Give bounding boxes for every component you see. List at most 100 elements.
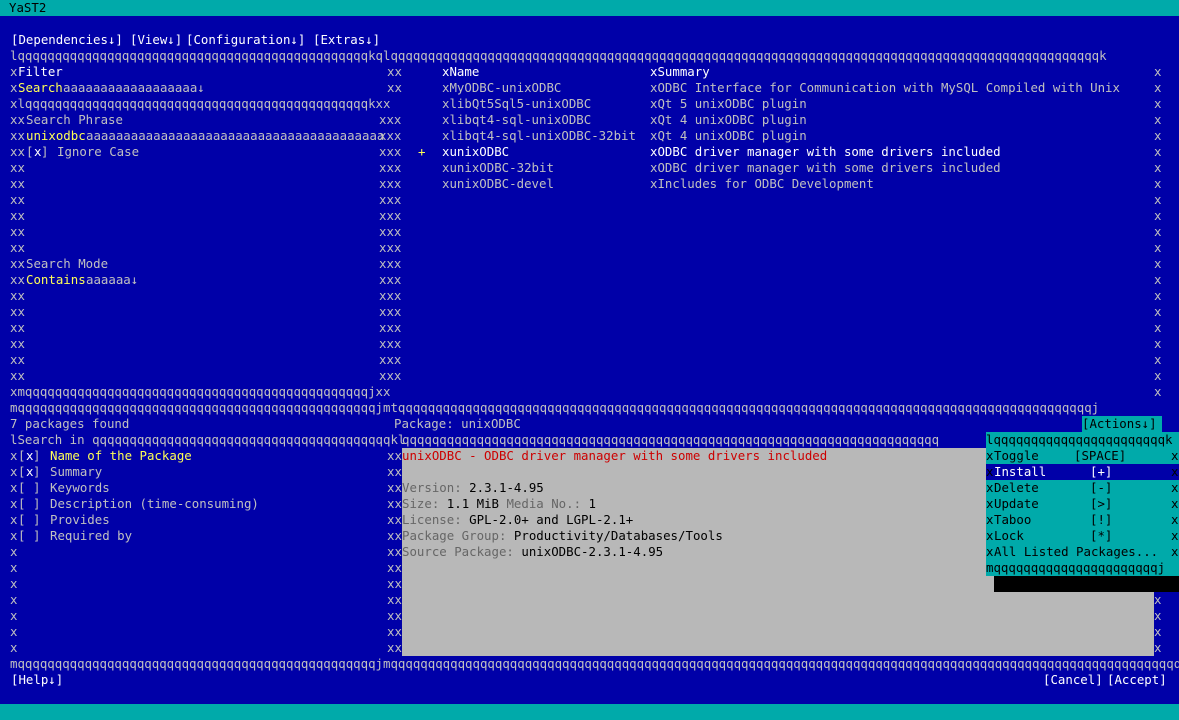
- filter-frame-right: xxx: [379, 240, 402, 255]
- package-list-right-border: x: [1154, 208, 1162, 223]
- filter-frame-left: xx: [10, 176, 25, 191]
- search-in-frame-right: xx: [387, 544, 402, 559]
- filter-frame-left: x: [10, 64, 18, 79]
- filter-frame-right: xxx: [379, 192, 402, 207]
- actions-menu-border-right: x: [1171, 512, 1179, 527]
- description-size: Size: 1.1 MiB Media No.: 1: [402, 496, 597, 511]
- accept-button[interactable]: [Accept]: [1107, 672, 1167, 688]
- actions-menu-item[interactable]: x Taboo [!] x: [986, 512, 1179, 528]
- column-header-summary[interactable]: xSummary: [650, 64, 710, 80]
- checkbox-bracket-open: [: [18, 480, 26, 495]
- actions-menu-border-right: x: [1171, 464, 1179, 479]
- actions-menu-border-right: x: [1171, 544, 1179, 559]
- checkbox-bracket-open: [: [18, 512, 26, 527]
- package-summary-cell: xIncludes for ODBC Development: [650, 176, 874, 191]
- package-summary-cell: xODBC driver manager with some drivers i…: [650, 144, 1001, 159]
- ignore-case-bracket-open: [: [26, 144, 34, 159]
- filter-frame-left: xx: [10, 208, 25, 223]
- filter-frame-left: xx: [10, 224, 25, 239]
- packages-found-count: 7 packages found: [10, 416, 130, 431]
- search-in-frame-right: xx: [387, 608, 402, 623]
- actions-menu-border-left: x: [986, 496, 994, 511]
- checkbox-bracket-open: [: [18, 464, 26, 479]
- package-summary-cell: xODBC driver manager with some drivers i…: [650, 160, 1001, 175]
- search-in-frame-left: x: [10, 496, 18, 511]
- actions-menu-item-label: Toggle: [994, 448, 1039, 463]
- actions-menu-item[interactable]: x Toggle [SPACE] x: [986, 448, 1179, 464]
- column-header-name[interactable]: xName: [442, 64, 479, 80]
- package-name-status: Package: unixODBC: [394, 416, 521, 431]
- search-in-frame-left: x: [10, 512, 18, 527]
- search-in-frame-left: x: [10, 528, 18, 543]
- package-name-cell: xlibQt5Sql5-unixODBC: [442, 96, 592, 111]
- search-in-option-label: Summary: [50, 464, 103, 479]
- filter-frame-right: xxx: [379, 208, 402, 223]
- menu-extras[interactable]: [Extras↓]: [313, 32, 380, 48]
- package-name-cell: xMyODBC-unixODBC: [442, 80, 562, 95]
- actions-menu-item-label: Delete: [994, 480, 1039, 495]
- actions-menu-item[interactable]: x Update [>] x: [986, 496, 1179, 512]
- search-mode-value: Contains: [26, 272, 86, 287]
- actions-menu-item-label: Update: [994, 496, 1039, 511]
- mid-bottom-line: mqqqqqqqqqqqqqqqqqqqqqqqqqqqqqqqqqqqqqqq…: [10, 400, 1100, 415]
- actions-menu-item-key: [*]: [1090, 528, 1113, 543]
- package-list-right-border: x: [1154, 352, 1162, 367]
- actions-button[interactable]: [Actions↓]: [1082, 416, 1157, 432]
- bottom-status-bar: [0, 704, 1179, 720]
- frame-top-line: lqqqqqqqqqqqqqqqqqqqqqqqqqqqqqqqqqqqqqqq…: [10, 48, 1107, 63]
- filter-frame-left-2: x: [10, 80, 18, 95]
- frame-bottom-line: mqqqqqqqqqqqqqqqqqqqqqqqqqqqqqqqqqqqqqqq…: [10, 656, 1179, 671]
- filter-frame-left: xx: [10, 192, 25, 207]
- actions-menu-item[interactable]: x All Listed Packages... x: [986, 544, 1179, 560]
- package-name-cell: xlibqt4-sql-unixODBC-32bit: [442, 128, 636, 143]
- checkbox-bracket-close: ]: [33, 496, 41, 511]
- actions-menu-border-right: x: [1171, 448, 1179, 463]
- filter-frame-right: xxx: [379, 304, 402, 319]
- actions-menu-border-left: x: [986, 480, 994, 495]
- package-list-right-border: x: [1154, 272, 1162, 287]
- package-list-right-border: x: [1154, 336, 1162, 351]
- actions-menu-item[interactable]: x Lock [*] x: [986, 528, 1179, 544]
- description-package-group: Package Group: Productivity/Databases/To…: [402, 528, 723, 543]
- search-in-frame-right: xx: [387, 576, 402, 591]
- package-name-cell: xunixODBC: [442, 144, 510, 159]
- menu-view[interactable]: [View↓]: [130, 32, 182, 48]
- search-in-option-label: Name of the Package: [50, 448, 192, 463]
- search-in-frame-right: xx: [387, 512, 402, 527]
- search-mode-label: Search Mode: [26, 256, 109, 271]
- window-title: YaST2: [9, 0, 47, 15]
- package-list-right-border: x: [1154, 240, 1162, 255]
- package-summary-cell: xQt 4 unixODBC plugin: [650, 112, 807, 127]
- search-in-label: lSearch in qqqqqqqqqqqqqqqqqqqqqqqqqqqqq…: [10, 432, 406, 447]
- filter-frame-right: xx: [387, 64, 402, 79]
- package-name-cell: xlibqt4-sql-unixODBC: [442, 112, 592, 127]
- filter-frame-left: xx: [10, 368, 25, 383]
- filter-inner-top: xlqqqqqqqqqqqqqqqqqqqqqqqqqqqqqqqqqqqqqq…: [10, 96, 391, 111]
- search-in-frame-right: xx: [387, 464, 402, 479]
- actions-menu-border-left: x: [986, 528, 994, 543]
- actions-menu-item[interactable]: x Install [+] x: [986, 464, 1179, 480]
- search-in-option-label: Description (time-consuming): [50, 496, 259, 511]
- package-status: +: [418, 144, 426, 159]
- package-summary-cell: xQt 5 unixODBC plugin: [650, 96, 807, 111]
- menu-configuration[interactable]: [Configuration↓]: [186, 32, 305, 48]
- menu-dependencies[interactable]: [Dependencies↓]: [11, 32, 123, 48]
- actions-menu-border-right: x: [1171, 496, 1179, 511]
- actions-menu-item-label: Lock: [994, 528, 1024, 543]
- search-phrase-value: unixodbc: [26, 128, 86, 143]
- package-list-right-border: x: [1154, 384, 1162, 399]
- checkbox-bracket-close: ]: [33, 480, 41, 495]
- actions-menu-top-border: lqqqqqqqqqqqqqqqqqqqqqqqk: [986, 432, 1173, 447]
- search-phrase-label: Search Phrase: [26, 112, 123, 127]
- package-list-right-border: x: [1154, 96, 1162, 111]
- help-button[interactable]: [Help↓]: [11, 672, 63, 688]
- search-in-frame-left: x: [10, 480, 18, 495]
- actions-menu-item[interactable]: x Delete [-] x: [986, 480, 1179, 496]
- description-version: Version: 2.3.1-4.95: [402, 480, 544, 495]
- cancel-button[interactable]: [Cancel]: [1043, 672, 1103, 688]
- search-in-frame-left: x: [10, 464, 18, 479]
- package-list-right-border: x: [1154, 176, 1162, 191]
- search-in-frame-right: xx: [387, 640, 402, 655]
- filter-frame-left: xx: [10, 288, 25, 303]
- search-in-frame-right: xx: [387, 528, 402, 543]
